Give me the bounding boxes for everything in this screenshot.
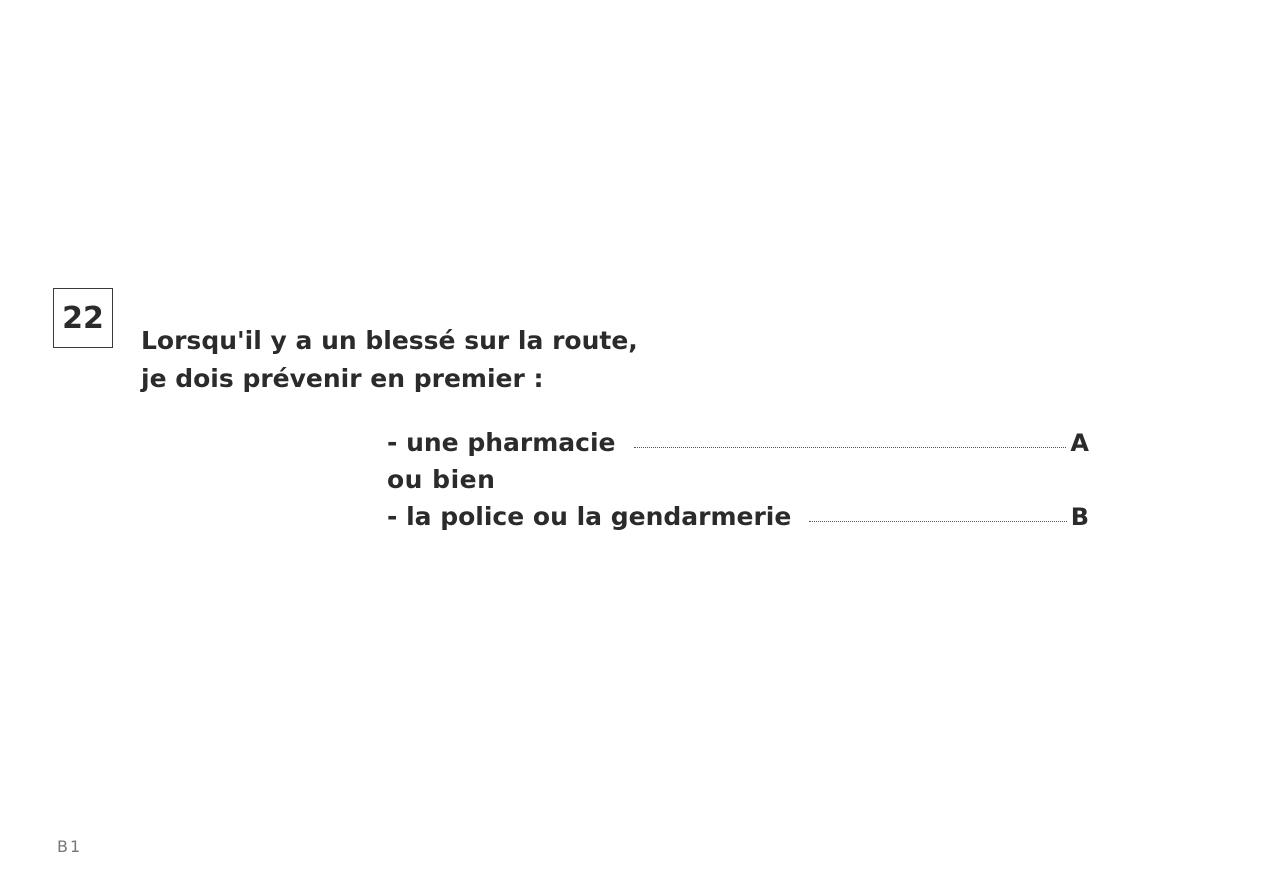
question-number-box: 22 bbox=[53, 288, 113, 348]
option-separator: ou bien bbox=[387, 465, 496, 494]
page-code: B1 bbox=[57, 837, 83, 856]
option-a-letter: A bbox=[1070, 429, 1089, 457]
option-b-leader-dots bbox=[809, 521, 1067, 522]
option-a-text: - une pharmacie bbox=[387, 428, 616, 457]
option-b-letter: B bbox=[1070, 503, 1089, 531]
question-text: Lorsqu'il y a un blessé sur la route, je… bbox=[141, 322, 741, 398]
option-a-leader-dots bbox=[633, 447, 1067, 448]
option-b: - la police ou la gendarmerie B bbox=[387, 498, 1089, 535]
question-line-2: je dois prévenir en premier : bbox=[141, 364, 544, 393]
option-a: - une pharmacie A bbox=[387, 424, 1089, 461]
question-number: 22 bbox=[62, 300, 104, 336]
question-line-1: Lorsqu'il y a un blessé sur la route, bbox=[141, 326, 638, 355]
option-b-text: - la police ou la gendarmerie bbox=[387, 502, 792, 531]
answer-options: - une pharmacie A ou bien - la police ou… bbox=[387, 424, 1089, 535]
